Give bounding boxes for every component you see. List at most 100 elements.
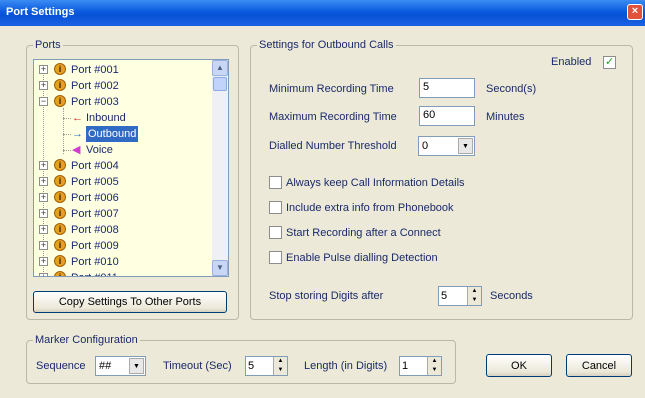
port-info-icon: i xyxy=(54,175,66,187)
stop-digits-label: Stop storing Digits after xyxy=(269,290,384,302)
tree-item-label: Voice xyxy=(86,144,113,156)
include-phonebook-label: Include extra info from Phonebook xyxy=(286,202,454,214)
min-recording-label: Minimum Recording Time xyxy=(269,83,394,95)
tree-item-label: Port #003 xyxy=(71,96,119,108)
timeout-label: Timeout (Sec) xyxy=(163,360,232,372)
close-button[interactable]: × xyxy=(627,4,643,20)
tree-item-label: Outbound xyxy=(86,126,139,142)
tree-child-item[interactable]: ← Inbound xyxy=(34,110,212,126)
tree-child-item[interactable]: → Outbound xyxy=(34,126,212,142)
chevron-down-icon[interactable]: ▼ xyxy=(129,358,144,374)
title-bar[interactable]: Port Settings × xyxy=(0,0,645,26)
spin-up-icon[interactable]: ▲ xyxy=(274,357,287,366)
port-info-icon: i xyxy=(54,255,66,267)
tree-item-label: Port #006 xyxy=(71,192,119,204)
expand-icon[interactable]: + xyxy=(39,193,48,202)
collapse-icon[interactable]: − xyxy=(39,97,48,106)
tree-port-item[interactable]: + i Port #007 xyxy=(34,206,212,222)
expand-icon[interactable]: + xyxy=(39,177,48,186)
start-recording-label: Start Recording after a Connect xyxy=(286,227,441,239)
expand-icon[interactable]: + xyxy=(39,241,48,250)
enabled-checkbox[interactable] xyxy=(603,55,616,69)
tree-port-item[interactable]: + i Port #008 xyxy=(34,222,212,238)
tree-item-label: Inbound xyxy=(86,112,126,124)
cancel-button[interactable]: Cancel xyxy=(566,354,632,377)
window-title: Port Settings xyxy=(6,6,75,18)
port-info-icon: i xyxy=(54,239,66,251)
tree-port-item[interactable]: + i Port #006 xyxy=(34,190,212,206)
tree-port-item[interactable]: + i Port #011 xyxy=(34,270,212,276)
timeout-value: 5 xyxy=(248,360,255,372)
max-recording-input[interactable]: 60 xyxy=(419,106,475,126)
tree-item-label: Port #008 xyxy=(71,224,119,236)
tree-port-item[interactable]: + i Port #010 xyxy=(34,254,212,270)
port-info-icon: i xyxy=(54,63,66,75)
sequence-value: ## xyxy=(99,360,112,372)
stop-digits-value: 5 xyxy=(441,290,448,302)
sequence-label: Sequence xyxy=(36,360,86,372)
port-info-icon: i xyxy=(54,159,66,171)
spin-up-icon[interactable]: ▲ xyxy=(428,357,441,366)
tree-item-label: Port #005 xyxy=(71,176,119,188)
timeout-spinner[interactable]: 5 ▲ ▼ xyxy=(245,356,288,376)
tree-port-item[interactable]: − i Port #003 xyxy=(34,94,212,110)
tree-item-label: Port #002 xyxy=(71,80,119,92)
keep-call-info-checkbox[interactable] xyxy=(269,176,282,189)
start-recording-checkbox[interactable] xyxy=(269,226,282,239)
pulse-dialling-label: Enable Pulse dialling Detection xyxy=(286,252,438,264)
port-info-icon: i xyxy=(54,191,66,203)
ports-legend: Ports xyxy=(35,39,61,51)
tree-item-label: Port #011 xyxy=(71,270,118,276)
max-recording-unit: Minutes xyxy=(486,111,525,123)
tree-item-label: Port #004 xyxy=(71,160,119,172)
tree-port-item[interactable]: + i Port #002 xyxy=(34,78,212,94)
spin-down-icon[interactable]: ▼ xyxy=(274,366,287,375)
scroll-down-button[interactable]: ▼ xyxy=(212,260,228,276)
min-recording-input[interactable]: 5 xyxy=(419,78,475,98)
port-info-icon: i xyxy=(54,271,66,276)
expand-icon[interactable]: + xyxy=(39,257,48,266)
tree-item-label: Port #001 xyxy=(71,64,119,76)
port-info-icon: i xyxy=(54,79,66,91)
outbound-legend: Settings for Outbound Calls xyxy=(259,39,394,51)
spin-up-icon[interactable]: ▲ xyxy=(468,287,481,296)
expand-icon[interactable]: + xyxy=(39,81,48,90)
tree-port-item[interactable]: + i Port #009 xyxy=(34,238,212,254)
tree-child-item[interactable]: ◀ Voice xyxy=(34,142,212,158)
expand-icon[interactable]: + xyxy=(39,273,48,276)
spin-down-icon[interactable]: ▼ xyxy=(468,296,481,305)
length-spinner[interactable]: 1 ▲ ▼ xyxy=(399,356,442,376)
expand-icon[interactable]: + xyxy=(39,161,48,170)
ports-tree-scrollbar[interactable]: ▲ ▼ xyxy=(212,60,228,276)
ok-button[interactable]: OK xyxy=(486,354,552,377)
expand-icon[interactable]: + xyxy=(39,209,48,218)
outbound-arrow-icon: → xyxy=(72,128,83,140)
length-label: Length (in Digits) xyxy=(304,360,388,372)
tree-port-item[interactable]: + i Port #005 xyxy=(34,174,212,190)
tree-port-item[interactable]: + i Port #004 xyxy=(34,158,212,174)
min-recording-unit: Second(s) xyxy=(486,83,537,95)
include-phonebook-checkbox[interactable] xyxy=(269,201,282,214)
threshold-label: Dialled Number Threshold xyxy=(269,140,397,152)
sequence-select[interactable]: ## ▼ xyxy=(95,356,146,376)
stop-digits-spinner[interactable]: 5 ▲ ▼ xyxy=(438,286,482,306)
expand-icon[interactable]: + xyxy=(39,65,48,74)
port-info-icon: i xyxy=(54,207,66,219)
marker-config-group: Marker Configuration xyxy=(26,334,456,384)
marker-legend: Marker Configuration xyxy=(35,334,138,346)
expand-icon[interactable]: + xyxy=(39,225,48,234)
inbound-arrow-icon: ← xyxy=(72,112,83,124)
tree-item-label: Port #010 xyxy=(71,256,119,268)
chevron-down-icon[interactable]: ▼ xyxy=(458,138,473,154)
scroll-up-button[interactable]: ▲ xyxy=(212,60,228,76)
spin-down-icon[interactable]: ▼ xyxy=(428,366,441,375)
keep-call-info-label: Always keep Call Information Details xyxy=(286,177,465,189)
scroll-thumb[interactable] xyxy=(213,77,227,91)
threshold-value: 0 xyxy=(422,140,429,152)
ports-tree[interactable]: + i Port #001 + i Port #002− i Port #003 ← Inboun… xyxy=(33,59,229,277)
tree-port-item[interactable]: + i Port #001 xyxy=(34,62,212,78)
copy-settings-button[interactable]: Copy Settings To Other Ports xyxy=(33,291,227,313)
pulse-dialling-checkbox[interactable] xyxy=(269,251,282,264)
threshold-select[interactable]: 0 ▼ xyxy=(418,136,475,156)
port-settings-dialog: Port Settings × Ports + i Port #001 + i Port … xyxy=(0,0,645,398)
